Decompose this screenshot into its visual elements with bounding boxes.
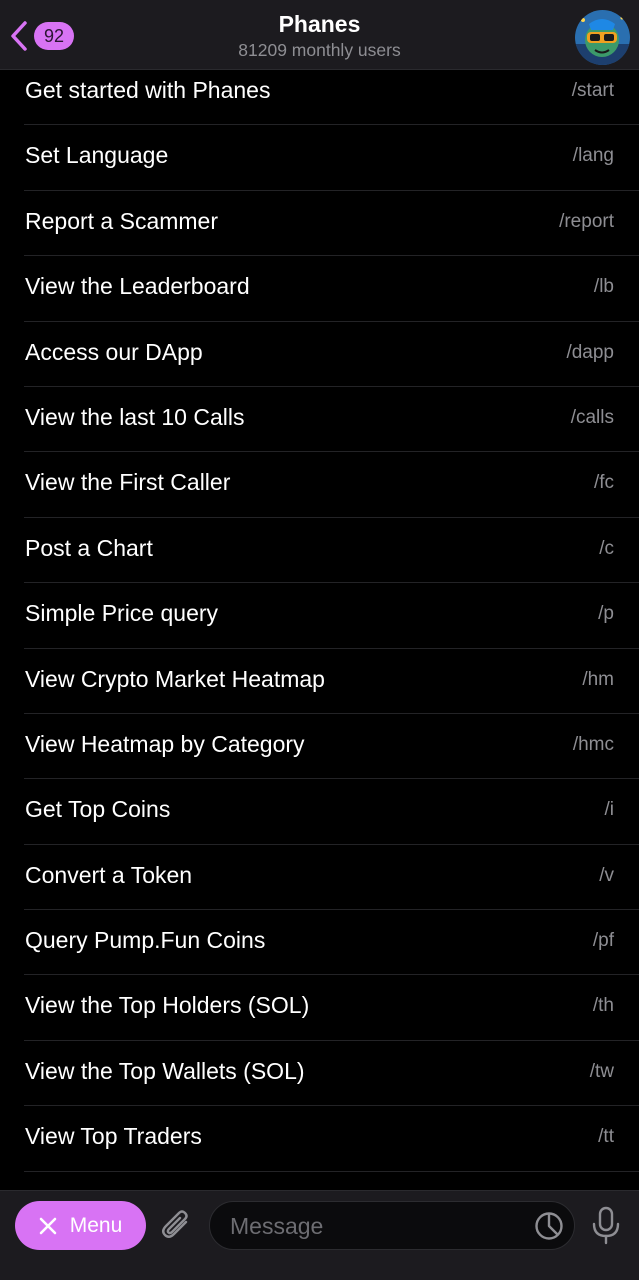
command-name: /hm (582, 668, 614, 690)
command-name: /hmc (572, 733, 614, 755)
unread-count-badge: 92 (34, 22, 74, 50)
command-row[interactable]: View the Top Wallets (SOL) /tw (24, 1041, 639, 1107)
menu-button-label: Menu (69, 1213, 123, 1237)
command-row[interactable]: View Heatmap by Category/hmc (24, 714, 639, 780)
message-field[interactable] (209, 1201, 575, 1251)
command-row[interactable]: Access our DApp/dapp (24, 322, 639, 387)
command-description: View the last 10 Calls (25, 403, 245, 430)
voice-message-button[interactable] (590, 1205, 622, 1250)
command-description: View the Top Wallets (SOL) (25, 1057, 305, 1084)
menu-button[interactable]: Menu (15, 1201, 146, 1250)
command-description: View Top Traders (25, 1123, 202, 1150)
chat-subtitle: 81209 monthly users (238, 40, 401, 60)
command-name: /start (571, 80, 614, 101)
command-name: /calls (570, 406, 614, 428)
command-description: View Heatmap by Category (25, 730, 305, 757)
chat-title: Phanes (278, 11, 361, 37)
avatar-image (575, 10, 630, 65)
command-description: Set Language (25, 142, 169, 169)
sticker-button[interactable] (534, 1211, 564, 1246)
input-bar: Menu (0, 1190, 639, 1280)
command-name: /lb (593, 276, 614, 298)
command-name: /lang (572, 145, 614, 167)
command-row[interactable]: Post a Chart/c (24, 518, 639, 584)
command-name: /p (598, 603, 614, 625)
command-name: /tt (598, 1126, 614, 1148)
command-description: View the First Caller (25, 469, 231, 496)
command-name: /pf (592, 930, 614, 952)
command-description: Get started with Phanes (25, 77, 271, 103)
command-description: Query Pump.Fun Coins (25, 927, 266, 954)
command-row[interactable]: View the last 10 Calls/calls (24, 387, 639, 453)
command-row[interactable]: View the Leaderboard/lb (24, 256, 639, 322)
attach-button[interactable] (160, 1207, 194, 1248)
command-description: Report a Scammer (25, 207, 219, 234)
chat-header: 92 Phanes 81209 monthly users (0, 0, 639, 70)
command-description: View the Leaderboard (25, 273, 250, 300)
command-description: Get Top Coins (25, 796, 171, 823)
command-name: /report (559, 210, 614, 232)
command-row[interactable]: Convert a Token/v (24, 845, 639, 911)
command-name: /fc (593, 472, 614, 494)
command-name: /th (592, 995, 614, 1017)
paperclip-icon (162, 1210, 188, 1238)
command-description: Convert a Token (25, 861, 193, 888)
close-icon (39, 1217, 57, 1234)
command-name: /dapp (566, 341, 614, 363)
command-row[interactable]: View the First Caller/fc (24, 452, 639, 518)
command-description: View the Top Holders (SOL) (25, 992, 310, 1019)
command-row[interactable]: View Top Traders/tt (24, 1106, 639, 1172)
command-name: /c (599, 537, 614, 559)
bot-avatar[interactable] (575, 10, 630, 65)
command-row[interactable]: Get Top Coins/i (24, 779, 639, 845)
command-name: /v (599, 864, 614, 886)
microphone-icon (592, 1206, 620, 1245)
command-row[interactable]: Set Language/lang (24, 125, 639, 191)
chat-title-area[interactable]: Phanes 81209 monthly users (120, 9, 519, 61)
command-description: Post a Chart (25, 534, 153, 561)
message-input[interactable] (228, 1202, 522, 1251)
command-row[interactable]: Query Pump.Fun Coins/pf (24, 910, 639, 976)
command-name: /tw (589, 1060, 614, 1082)
command-row[interactable]: Simple Price query/p (24, 583, 639, 649)
command-row[interactable]: View the Top Holders (SOL) /th (24, 975, 639, 1041)
command-name: /i (604, 799, 615, 821)
back-button[interactable]: 92 (8, 19, 74, 53)
command-description: Simple Price query (25, 600, 219, 627)
command-description: View Crypto Market Heatmap (25, 665, 325, 692)
command-row[interactable]: Report a Scammer/report (24, 191, 639, 257)
command-description: Access our DApp (25, 338, 203, 365)
chevron-left-icon (11, 21, 27, 51)
command-row[interactable]: View Crypto Market Heatmap/hm (24, 649, 639, 714)
sticker-icon (535, 1212, 563, 1240)
bot-command-list: Get started with Phanes/start Set Languag… (0, 60, 639, 1172)
